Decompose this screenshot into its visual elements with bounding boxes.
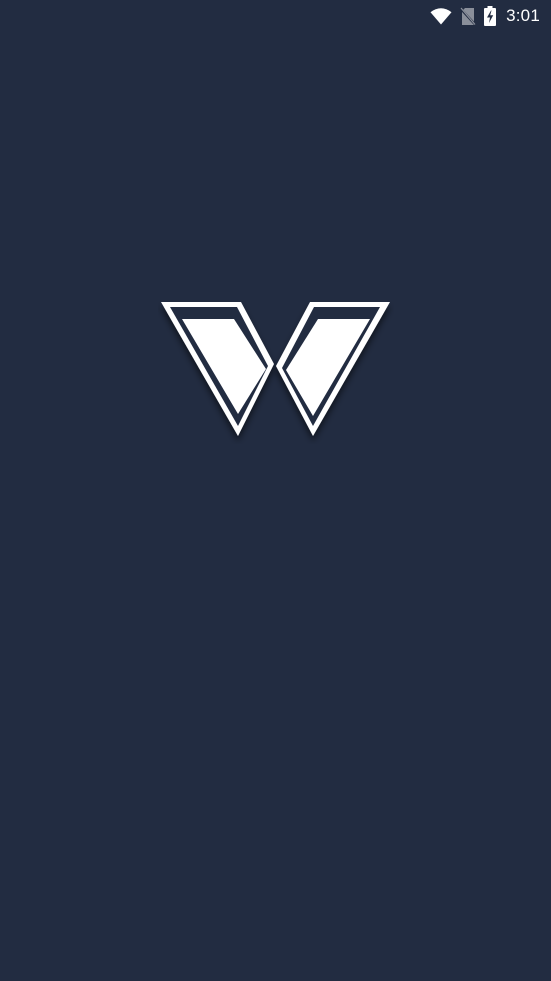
status-icons: 3:01 xyxy=(430,6,540,26)
status-time: 3:01 xyxy=(506,6,540,25)
no-sim-icon xyxy=(460,7,477,26)
battery-charging-icon xyxy=(484,6,497,26)
splash-screen: 3:01 xyxy=(0,0,551,981)
app-logo xyxy=(158,298,394,444)
wifi-icon xyxy=(430,7,452,25)
status-bar: 3:01 xyxy=(0,0,551,32)
